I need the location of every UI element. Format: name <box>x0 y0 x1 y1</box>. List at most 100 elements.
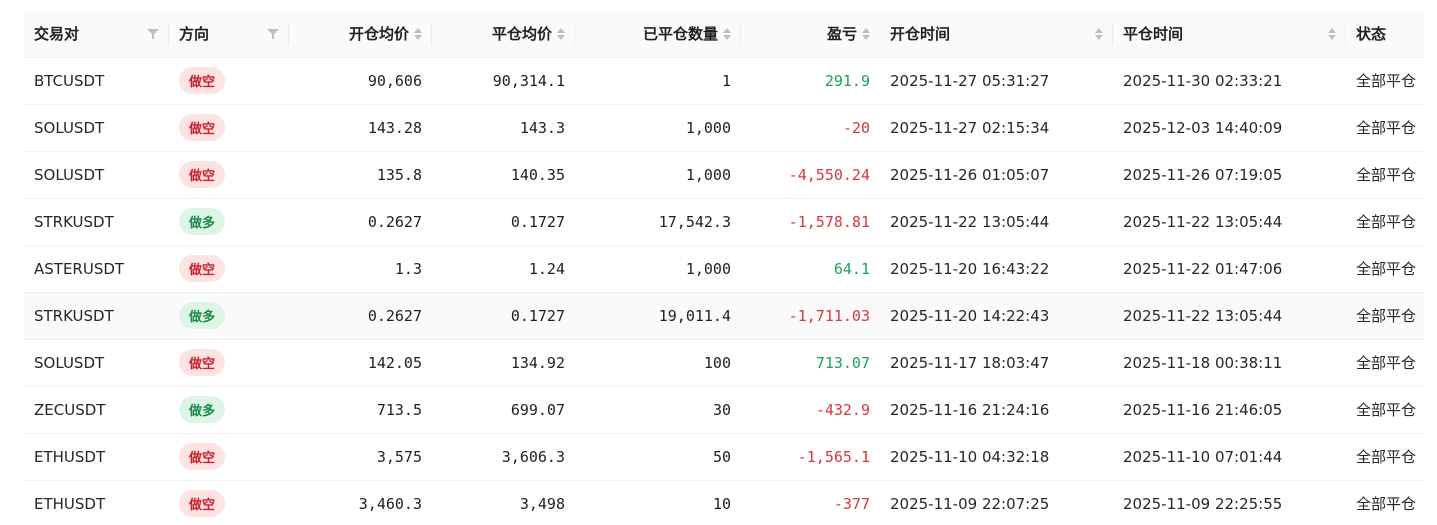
cell-symbol: ETHUSDT <box>24 480 169 525</box>
column-header-close-avg[interactable]: 平仓均价 <box>432 11 575 58</box>
cell-closed-qty: 17,542.3 <box>575 198 741 246</box>
sort-icon[interactable] <box>1328 27 1336 40</box>
cell-open-avg: 1.3 <box>289 245 432 293</box>
cell-close-time: 2025-11-09 22:25:55 <box>1113 480 1346 525</box>
cell-status: 全部平仓 <box>1346 245 1424 293</box>
cell-close-time: 2025-11-26 07:19:05 <box>1113 151 1346 199</box>
column-header-side[interactable]: 方向 <box>169 11 289 58</box>
cell-closed-qty: 1,000 <box>575 151 741 199</box>
cell-pnl: 64.1 <box>741 245 880 293</box>
cell-open-time: 2025-11-17 18:03:47 <box>880 339 1113 387</box>
cell-side: 做空 <box>169 57 289 105</box>
cell-symbol: STRKUSDT <box>24 292 169 340</box>
side-badge: 做空 <box>179 349 226 376</box>
cell-open-time: 2025-11-20 16:43:22 <box>880 245 1113 293</box>
column-label-side: 方向 <box>179 25 210 44</box>
cell-pnl: -432.9 <box>741 386 880 434</box>
cell-close-avg: 140.35 <box>432 151 575 199</box>
column-header-closed-qty[interactable]: 已平仓数量 <box>575 11 741 58</box>
table-row[interactable]: STRKUSDT 做多 0.2627 0.1727 19,011.4 -1,711.03 2… <box>24 292 1424 340</box>
cell-close-avg: 699.07 <box>432 386 575 434</box>
cell-side: 做多 <box>169 386 289 434</box>
cell-symbol: SOLUSDT <box>24 151 169 199</box>
cell-open-time: 2025-11-27 02:15:34 <box>880 104 1113 152</box>
cell-close-time: 2025-11-22 01:47:06 <box>1113 245 1346 293</box>
cell-symbol: SOLUSDT <box>24 339 169 387</box>
side-badge: 做多 <box>179 302 226 329</box>
table-row[interactable]: SOLUSDT 做空 135.8 140.35 1,000 -4,550.24 2025-1… <box>24 151 1424 199</box>
sort-icon[interactable] <box>1095 27 1103 40</box>
cell-open-time: 2025-11-26 01:05:07 <box>880 151 1113 199</box>
cell-pnl: -4,550.24 <box>741 151 880 199</box>
cell-symbol: ZECUSDT <box>24 386 169 434</box>
sort-icon[interactable] <box>862 27 870 40</box>
column-header-status: 状态 <box>1346 11 1424 58</box>
cell-open-avg: 3,575 <box>289 433 432 481</box>
cell-side: 做多 <box>169 198 289 246</box>
cell-status: 全部平仓 <box>1346 386 1424 434</box>
cell-close-avg: 1.24 <box>432 245 575 293</box>
table-row[interactable]: SOLUSDT 做空 142.05 134.92 100 713.07 2025-11-17… <box>24 339 1424 387</box>
cell-pnl: 713.07 <box>741 339 880 387</box>
cell-close-time: 2025-11-22 13:05:44 <box>1113 292 1346 340</box>
cell-open-time: 2025-11-22 13:05:44 <box>880 198 1113 246</box>
cell-open-avg: 135.8 <box>289 151 432 199</box>
column-label-closed-qty: 已平仓数量 <box>642 25 718 44</box>
column-header-close-time[interactable]: 平仓时间 <box>1113 11 1346 58</box>
cell-close-avg: 143.3 <box>432 104 575 152</box>
cell-status: 全部平仓 <box>1346 292 1424 340</box>
column-header-symbol[interactable]: 交易对 <box>24 11 169 58</box>
column-label-status: 状态 <box>1356 25 1387 44</box>
cell-close-avg: 0.1727 <box>432 198 575 246</box>
table-row[interactable]: ZECUSDT 做多 713.5 699.07 30 -432.9 2025-11-16 2… <box>24 386 1424 434</box>
cell-open-avg: 143.28 <box>289 104 432 152</box>
table-header-row: 交易对 方向 开仓均价 平仓均价 已平仓数量 盈亏 开仓时间 平仓时间 状态 <box>24 11 1424 58</box>
cell-close-avg: 3,498 <box>432 480 575 525</box>
cell-close-time: 2025-11-10 07:01:44 <box>1113 433 1346 481</box>
column-header-open-avg[interactable]: 开仓均价 <box>289 11 432 58</box>
cell-status: 全部平仓 <box>1346 57 1424 105</box>
cell-pnl: -377 <box>741 480 880 525</box>
cell-open-avg: 3,460.3 <box>289 480 432 525</box>
table-body: BTCUSDT 做空 90,606 90,314.1 1 291.9 2025-11-27 … <box>24 57 1424 525</box>
sort-icon[interactable] <box>414 27 422 40</box>
column-header-open-time[interactable]: 开仓时间 <box>880 11 1113 58</box>
cell-open-time: 2025-11-16 21:24:16 <box>880 386 1113 434</box>
column-label-pnl: 盈亏 <box>826 25 857 44</box>
filter-icon[interactable] <box>267 28 279 40</box>
trade-history-table-container: 交易对 方向 开仓均价 平仓均价 已平仓数量 盈亏 开仓时间 平仓时间 状态 B… <box>24 11 1424 525</box>
column-label-close-time: 平仓时间 <box>1123 25 1184 44</box>
side-badge: 做空 <box>179 114 226 141</box>
table-row[interactable]: ETHUSDT 做空 3,575 3,606.3 50 -1,565.1 2025-11-1… <box>24 433 1424 481</box>
cell-open-avg: 90,606 <box>289 57 432 105</box>
table-row[interactable]: ETHUSDT 做空 3,460.3 3,498 10 -377 2025-11-09 22… <box>24 480 1424 525</box>
sort-icon[interactable] <box>723 27 731 40</box>
table-row[interactable]: ASTERUSDT 做空 1.3 1.24 1,000 64.1 2025-11-20 16… <box>24 245 1424 293</box>
cell-side: 做空 <box>169 480 289 525</box>
cell-close-avg: 90,314.1 <box>432 57 575 105</box>
cell-pnl: -1,711.03 <box>741 292 880 340</box>
cell-open-avg: 713.5 <box>289 386 432 434</box>
cell-closed-qty: 1 <box>575 57 741 105</box>
side-badge: 做空 <box>179 255 226 282</box>
table-row[interactable]: SOLUSDT 做空 143.28 143.3 1,000 -20 2025-11-27 0… <box>24 104 1424 152</box>
column-label-close-avg: 平仓均价 <box>491 25 552 44</box>
cell-open-time: 2025-11-10 04:32:18 <box>880 433 1113 481</box>
cell-pnl: 291.9 <box>741 57 880 105</box>
side-badge: 做空 <box>179 443 226 470</box>
filter-icon[interactable] <box>147 28 159 40</box>
cell-pnl: -20 <box>741 104 880 152</box>
table-row[interactable]: STRKUSDT 做多 0.2627 0.1727 17,542.3 -1,578.81 2… <box>24 198 1424 246</box>
cell-close-avg: 0.1727 <box>432 292 575 340</box>
cell-open-time: 2025-11-20 14:22:43 <box>880 292 1113 340</box>
table-row[interactable]: BTCUSDT 做空 90,606 90,314.1 1 291.9 2025-11-27 … <box>24 57 1424 105</box>
cell-open-avg: 0.2627 <box>289 198 432 246</box>
cell-symbol: ETHUSDT <box>24 433 169 481</box>
side-badge: 做空 <box>179 490 226 517</box>
cell-side: 做空 <box>169 104 289 152</box>
cell-status: 全部平仓 <box>1346 339 1424 387</box>
cell-status: 全部平仓 <box>1346 104 1424 152</box>
sort-icon[interactable] <box>557 27 565 40</box>
cell-close-time: 2025-11-16 21:46:05 <box>1113 386 1346 434</box>
column-header-pnl[interactable]: 盈亏 <box>741 11 880 58</box>
